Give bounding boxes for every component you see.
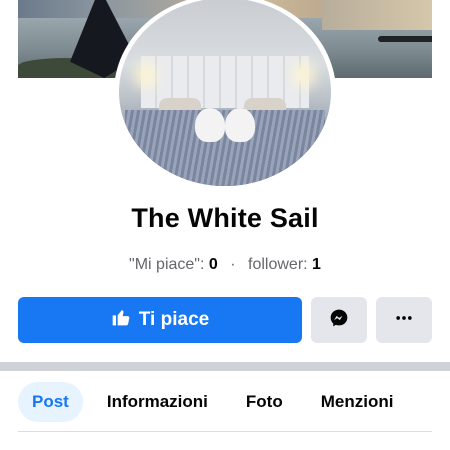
- page-stats: "Mi piace": 0 · follower: 1: [0, 256, 450, 274]
- profile-picture[interactable]: [119, 0, 331, 186]
- more-icon: [394, 308, 414, 333]
- messenger-icon: [329, 308, 349, 333]
- avatar-lamp-left: [141, 68, 151, 82]
- cover-sky: [322, 0, 432, 30]
- more-options-button[interactable]: [376, 297, 432, 343]
- avatar-towel-swan: [225, 108, 255, 142]
- avatar-lamp-right: [299, 68, 309, 82]
- likes-count[interactable]: 0: [209, 256, 218, 273]
- thumbs-up-icon: [111, 307, 131, 333]
- avatar-towel-swan: [195, 108, 225, 142]
- page-title: The White Sail: [131, 203, 319, 233]
- likes-label: "Mi piace":: [129, 256, 205, 273]
- profile-tabs: Post Informazioni Foto Menzioni: [18, 381, 407, 423]
- like-button[interactable]: Ti piace: [18, 297, 302, 343]
- cover-boat: [378, 36, 432, 42]
- tab-informazioni[interactable]: Informazioni: [93, 382, 222, 422]
- tab-post[interactable]: Post: [18, 382, 83, 422]
- tabs-underline: [18, 431, 432, 432]
- tab-menzioni[interactable]: Menzioni: [307, 382, 408, 422]
- section-divider: [0, 362, 450, 371]
- followers-count[interactable]: 1: [312, 256, 321, 273]
- like-button-label: Ti piace: [138, 309, 210, 330]
- stats-separator: ·: [230, 256, 236, 273]
- messenger-button[interactable]: [311, 297, 367, 343]
- tab-foto[interactable]: Foto: [232, 382, 297, 422]
- followers-label: follower:: [248, 256, 308, 273]
